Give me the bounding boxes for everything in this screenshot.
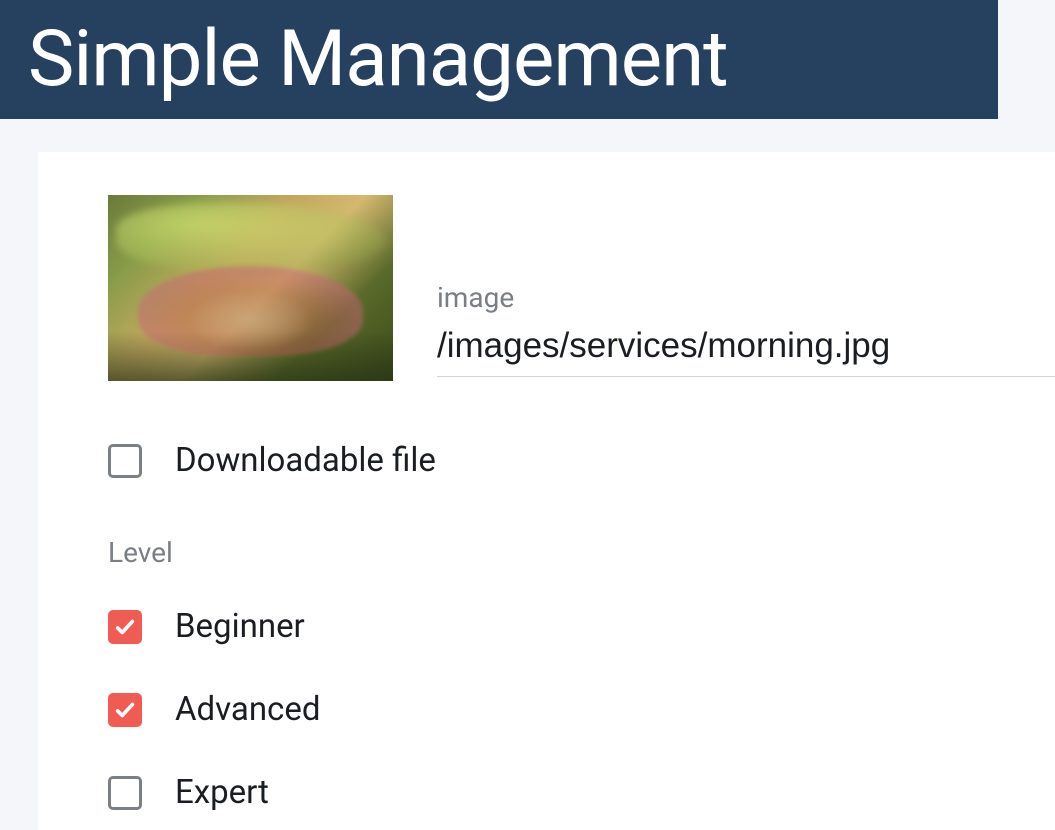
app-header: Simple Management	[0, 0, 998, 119]
image-thumbnail[interactable]	[108, 195, 393, 381]
level-option-expert: Expert	[108, 773, 1055, 812]
level-options-group: Beginner Advanced Expert	[108, 607, 1055, 812]
check-icon	[114, 616, 136, 638]
app-title: Simple Management	[28, 14, 728, 105]
image-path-field-group: image	[437, 281, 1055, 381]
image-field-label: image	[437, 281, 1055, 314]
level-expert-checkbox[interactable]	[108, 776, 142, 810]
level-beginner-label: Beginner	[175, 607, 305, 646]
level-advanced-label: Advanced	[175, 690, 320, 729]
level-expert-label: Expert	[175, 773, 269, 812]
image-path-input[interactable]	[437, 326, 1055, 377]
downloadable-checkbox[interactable]	[108, 444, 142, 478]
downloadable-label: Downloadable file	[175, 441, 436, 480]
level-option-advanced: Advanced	[108, 690, 1055, 729]
level-option-beginner: Beginner	[108, 607, 1055, 646]
check-icon	[114, 699, 136, 721]
image-field-row: image	[108, 195, 1055, 381]
level-section-label: Level	[108, 536, 1055, 569]
downloadable-file-row: Downloadable file	[108, 441, 1055, 480]
level-beginner-checkbox[interactable]	[108, 610, 142, 644]
level-advanced-checkbox[interactable]	[108, 693, 142, 727]
form-panel: image Downloadable file Level Beginner A…	[38, 152, 1055, 830]
